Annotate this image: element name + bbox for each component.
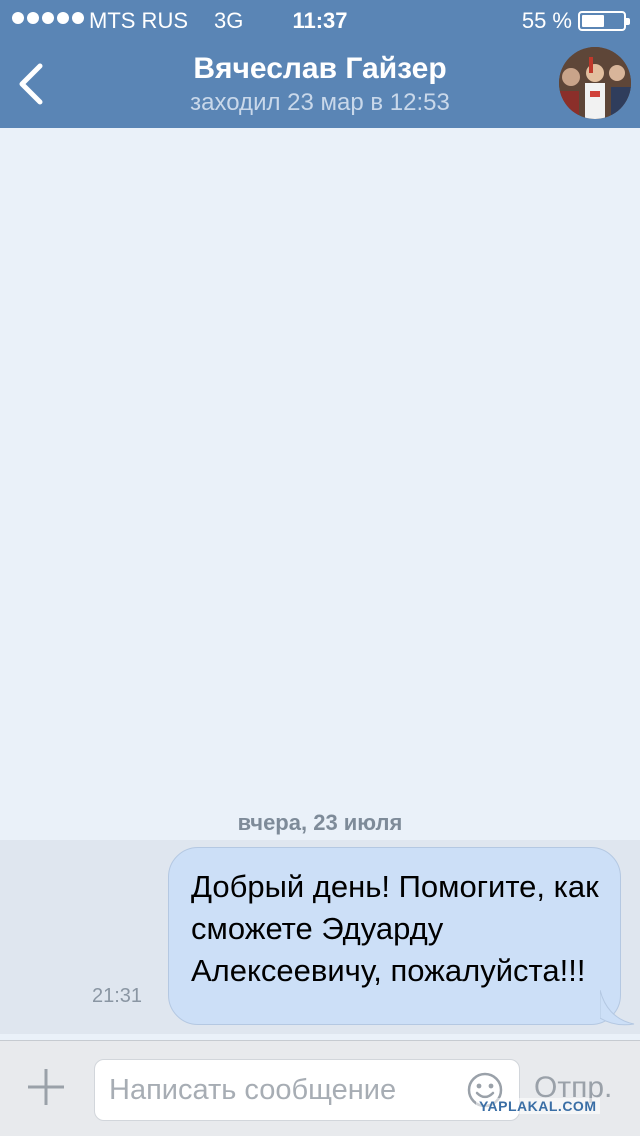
watermark: YAPLAKAL.COM bbox=[476, 1098, 600, 1114]
chat-area[interactable]: вчера, 23 июля 21:31 Добрый день! Помоги… bbox=[0, 128, 640, 1040]
message-row[interactable]: 21:31 Добрый день! Помогите, как сможете… bbox=[0, 840, 640, 1034]
battery-icon bbox=[578, 11, 630, 31]
message-bubble-outgoing[interactable]: Добрый день! Помогите, как сможете Эдуар… bbox=[168, 847, 621, 1025]
battery-percent: 55 % bbox=[521, 8, 572, 33]
message-time: 21:31 bbox=[92, 985, 143, 1007]
message-input-bar: Отпр. bbox=[0, 1040, 640, 1136]
status-bar: MTS RUS 3G 11:37 55 % bbox=[0, 0, 640, 40]
message-input[interactable] bbox=[94, 1059, 520, 1121]
contact-name[interactable]: Вячеслав Гайзер bbox=[0, 52, 640, 86]
date-divider: вчера, 23 июля bbox=[237, 810, 403, 835]
avatar[interactable] bbox=[559, 47, 631, 119]
last-seen-status: заходил 23 мар в 12:53 bbox=[190, 89, 450, 116]
contact-photo bbox=[559, 47, 631, 119]
bubble-tail bbox=[600, 990, 635, 1026]
attach-button[interactable] bbox=[22, 1063, 70, 1111]
message-text: Добрый день! Помогите, как сможете Эдуар… bbox=[191, 869, 599, 988]
plus-icon bbox=[28, 1069, 64, 1105]
header: MTS RUS 3G 11:37 55 % Вячеслав Гайзер за… bbox=[0, 0, 640, 128]
